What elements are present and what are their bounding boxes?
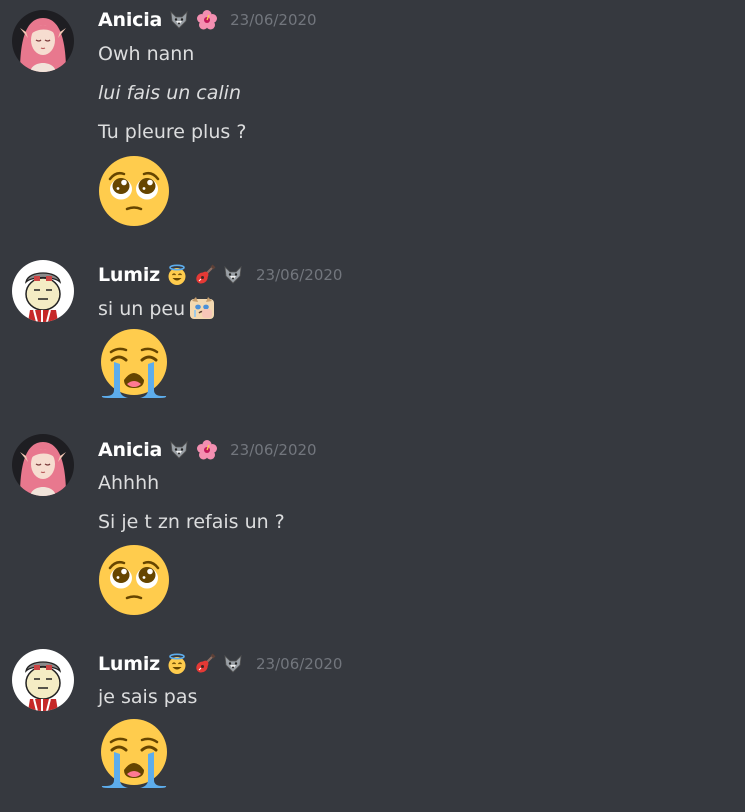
timestamp: 23/06/2020 [230,11,317,29]
halo-face-icon [166,264,188,286]
avatar[interactable] [12,434,74,496]
halo-face-icon [166,653,188,675]
avatar[interactable] [12,260,74,322]
guitar-icon [194,264,216,286]
message-line: si un peu [98,295,215,322]
pleading-face-emoji[interactable] [98,544,170,616]
message-text: Tu pleure plus ? [98,121,247,143]
timestamp: 23/06/2020 [256,655,343,673]
hibiscus-icon [196,439,218,461]
username[interactable]: Lumiz [98,264,160,286]
message-header: Lumiz 23/06/2020 [98,262,342,288]
username[interactable]: Lumiz [98,653,160,675]
message-text: si un peu [98,298,186,320]
wolf-icon [168,9,190,31]
username[interactable]: Anicia [98,439,162,461]
timestamp: 23/06/2020 [230,441,317,459]
wolf-icon [168,439,190,461]
message-text: Ahhhh [98,472,160,494]
wolf-icon [222,264,244,286]
loudly-crying-face-emoji[interactable] [98,328,170,400]
hibiscus-icon [196,9,218,31]
timestamp: 23/06/2020 [256,266,343,284]
guitar-icon [194,653,216,675]
message-text: Si je t zn refais un ? [98,511,285,533]
message-text: lui fais un calin [98,82,242,104]
username[interactable]: Anicia [98,9,162,31]
crying-cat-emote[interactable] [189,295,215,321]
loudly-crying-face-emoji[interactable] [98,718,170,790]
message-header: Anicia 23/06/2020 [98,437,317,463]
chat-messages: Anicia 23/06/2020 Owh nann lui fais un c… [0,0,745,812]
wolf-icon [222,653,244,675]
message-header: Lumiz 23/06/2020 [98,651,342,677]
message-text: je sais pas [98,686,198,708]
message-text: Owh nann [98,43,195,65]
avatar[interactable] [12,10,74,72]
pleading-face-emoji[interactable] [98,155,170,227]
avatar[interactable] [12,649,74,711]
message-header: Anicia 23/06/2020 [98,7,317,33]
